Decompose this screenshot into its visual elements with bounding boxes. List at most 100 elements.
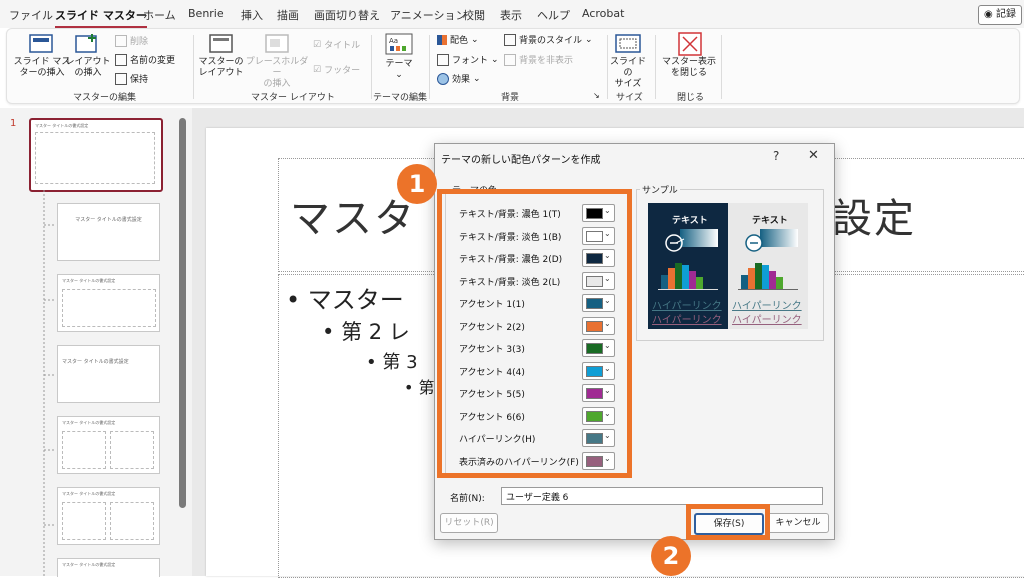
checkbox-icon: ☑ (313, 39, 322, 50)
delete-icon (115, 34, 127, 47)
sample-shape-icon (745, 229, 798, 252)
menu-insert[interactable]: 挿入 (241, 7, 263, 23)
menu-view[interactable]: 表示 (500, 7, 522, 23)
name-input[interactable] (501, 487, 823, 505)
effects-dropdown[interactable]: 効果 ⌄ (437, 72, 481, 85)
hide-background-checkbox[interactable]: 背景を非表示 (504, 53, 573, 66)
insert-layout-button[interactable]: レイアウト の挿入 (65, 57, 111, 79)
slide-title-left: マスタ (290, 196, 416, 242)
menu-help[interactable]: ヘルプ (537, 7, 570, 23)
menu-acrobat[interactable]: Acrobat (582, 7, 624, 20)
thumbnail-body-box (35, 132, 155, 184)
footer-checkbox[interactable]: ☑ フッター (313, 63, 360, 77)
close-master-view-icon (678, 32, 702, 56)
step-2-badge: 2 (651, 536, 691, 576)
group-label-edit-theme: テーマの編集 (373, 93, 428, 103)
close-master-view-button[interactable]: マスター表示 を閉じる (657, 57, 721, 79)
pin-icon (115, 72, 127, 85)
sample-bar-accent4 (762, 265, 769, 289)
name-label: 名前(N): (450, 494, 485, 504)
thumbnail-layout[interactable]: マスター タイトルの書式設定 (57, 558, 160, 577)
record-button[interactable]: ◉ 記録 (978, 5, 1022, 25)
master-layout-button[interactable]: マスターの レイアウト (197, 57, 245, 79)
menu-animations[interactable]: アニメーション (390, 7, 467, 23)
menu-transitions[interactable]: 画面切り替え (314, 7, 380, 23)
sample-shape-icon (665, 229, 718, 252)
theme-icon: Aa (385, 33, 413, 55)
group-label-master-edit: マスターの編集 (73, 93, 137, 103)
menu-review[interactable]: 校閲 (463, 7, 485, 23)
bullet-level-4: • 第 (404, 378, 435, 397)
insert-placeholder-icon (265, 34, 289, 53)
thumbnail-scrollbar[interactable] (179, 118, 186, 508)
menu-file[interactable]: ファイル (9, 7, 53, 23)
menu-slide-master[interactable]: スライド マスター (55, 7, 147, 28)
sample-bar-accent3 (755, 263, 762, 289)
ribbon-separator (429, 35, 430, 99)
background-dialog-launcher-icon[interactable]: ↘ (593, 90, 600, 101)
sample-dark-preview: テキスト ハイパーリンク ハイパーリンク (648, 203, 728, 329)
rename-button[interactable]: 名前の変更 (115, 53, 175, 66)
fonts-icon (437, 53, 449, 66)
theme-button[interactable]: テーマ ⌄ (385, 59, 413, 81)
sample-hyperlink: ハイパーリンク (732, 301, 802, 312)
step-1-badge: 1 (397, 164, 437, 204)
sample-bar-accent1 (661, 275, 668, 289)
sample-followed-hyperlink: ハイパーリンク (652, 315, 722, 326)
slide-number: 1 (10, 118, 17, 129)
sample-bar-accent5 (769, 271, 776, 289)
highlight-save-button (686, 504, 770, 540)
insert-slide-master-button[interactable]: スライド マス ターの挿入 (11, 57, 73, 79)
ribbon-separator (655, 35, 656, 99)
menu-benrie[interactable]: Benrie (188, 7, 224, 20)
bullet-level-1: • マスター (286, 286, 404, 314)
thumbnail-title: マスター タイトルの書式設定 (35, 123, 89, 128)
bullet-level-2: • 第 2 レ (322, 320, 410, 344)
close-icon[interactable]: ✕ (808, 148, 819, 163)
background-styles-dropdown[interactable]: 背景のスタイル ⌄ (504, 33, 593, 46)
cancel-button[interactable]: キャンセル (767, 513, 829, 533)
thumbnail-layout[interactable]: マスター タイトルの書式設定 (57, 487, 160, 545)
title-checkbox[interactable]: ☑ タイトル (313, 38, 360, 52)
thumbnail-layout[interactable]: マスター タイトルの書式設定 (57, 203, 160, 261)
slide-size-icon (615, 34, 641, 53)
preserve-button[interactable]: 保持 (115, 72, 148, 85)
ribbon: スライド マス ターの挿入 レイアウト の挿入 削除 名前の変更 保持 マスター… (6, 28, 1020, 104)
delete-button[interactable]: 削除 (115, 34, 148, 47)
record-icon: ◉ (984, 9, 993, 20)
master-layout-icon (209, 34, 233, 53)
sample-bar-accent2 (668, 268, 675, 289)
group-label-background: 背景 (501, 93, 520, 103)
insert-placeholder-button[interactable]: プレースホルダー の挿入 (245, 57, 309, 90)
thumbnail-layout[interactable]: マスター タイトルの書式設定 (57, 416, 160, 474)
thumbnail-layout[interactable]: マスター タイトルの書式設定 (57, 274, 160, 332)
help-icon[interactable]: ? (773, 149, 779, 163)
slide-size-button[interactable]: スライドの サイズ (607, 57, 649, 90)
slide-title-right: 設定 (832, 196, 916, 242)
thumbnail-slide-master[interactable]: マスター タイトルの書式設定 (29, 118, 163, 192)
record-label: 記録 (995, 9, 1016, 20)
sample-bar-accent6 (776, 277, 783, 289)
sample-bar-accent2 (748, 268, 755, 289)
group-label-close: 閉じる (677, 93, 705, 103)
colors-dropdown[interactable]: 配色 ⌄ (437, 33, 479, 46)
rename-icon (115, 53, 127, 66)
menu-bar: ファイル スライド マスター ホーム Benrie 挿入 描画 画面切り替え ア… (0, 0, 1024, 28)
chevron-down-icon: ⌄ (585, 34, 593, 45)
sample-bar-accent1 (741, 275, 748, 289)
effects-icon (437, 72, 449, 85)
fonts-dropdown[interactable]: フォント ⌄ (437, 53, 499, 66)
highlight-theme-colors (437, 189, 632, 478)
thumbnail-layout[interactable]: マスター タイトルの書式設定 (57, 345, 160, 403)
sample-light-preview: テキスト ハイパーリンク ハイパーリンク (728, 203, 808, 329)
sample-hyperlink: ハイパーリンク (652, 301, 722, 312)
menu-draw[interactable]: 描画 (277, 7, 299, 23)
ribbon-separator (371, 35, 372, 99)
group-label-size: サイズ (616, 93, 643, 103)
group-label-master-layout: マスター レイアウト (251, 93, 335, 103)
reset-button[interactable]: リセット(R) (440, 513, 498, 533)
sample-followed-hyperlink: ハイパーリンク (732, 315, 802, 326)
svg-text:Aa: Aa (389, 37, 398, 45)
colors-icon (437, 34, 447, 45)
menu-home[interactable]: ホーム (143, 7, 176, 23)
